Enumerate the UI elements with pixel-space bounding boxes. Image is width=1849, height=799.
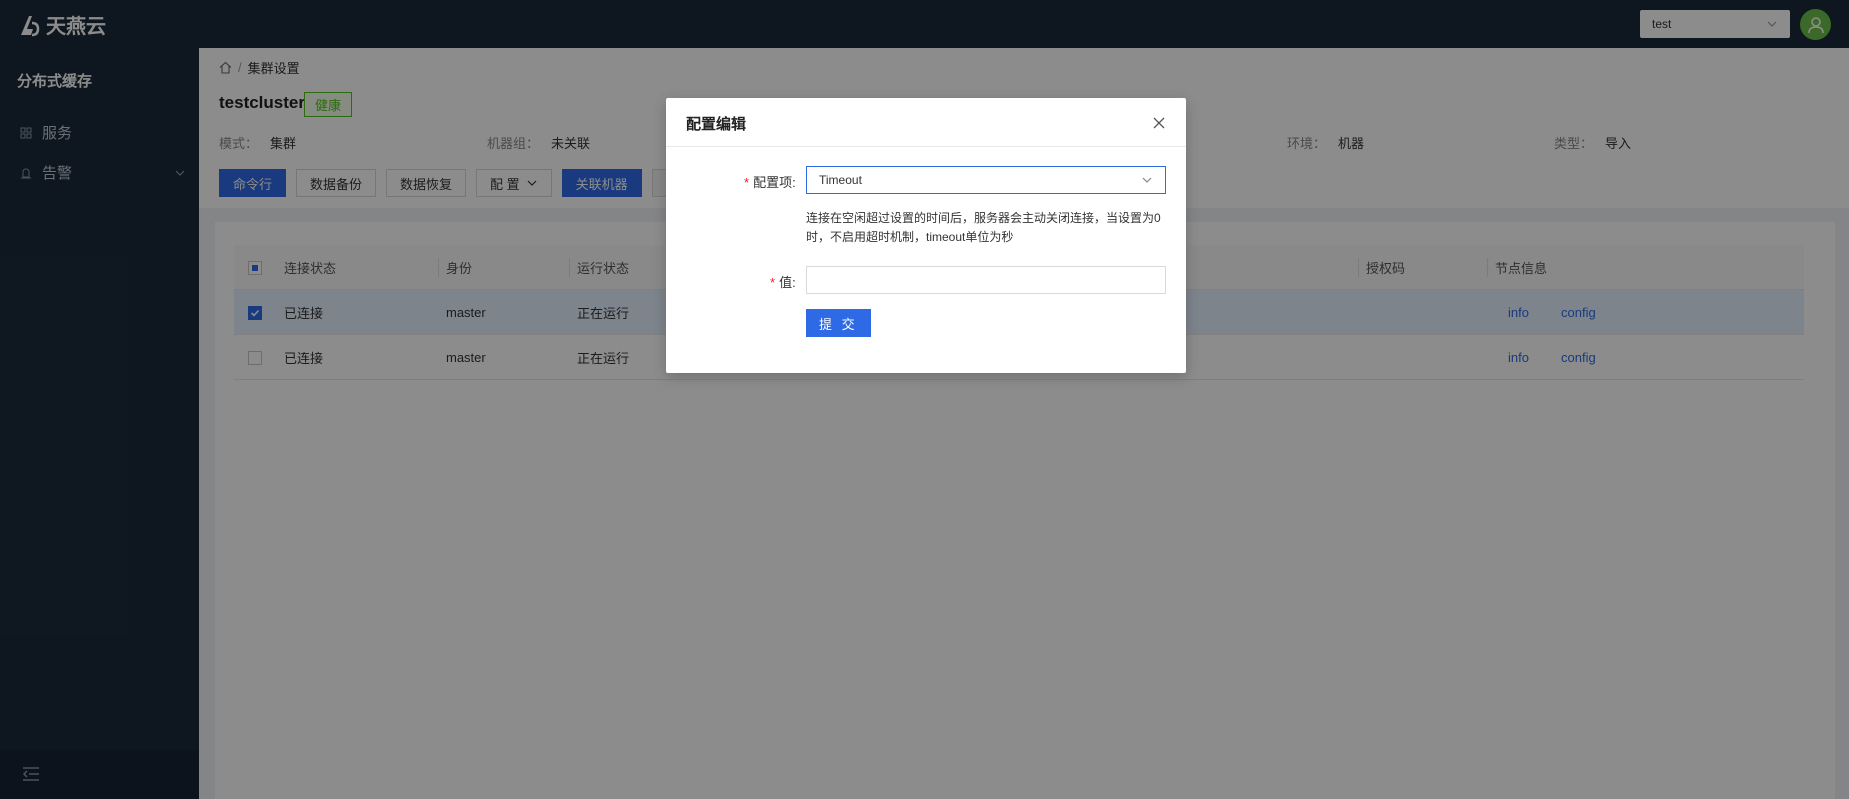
modal-title: 配置编辑 bbox=[686, 116, 747, 133]
close-icon[interactable] bbox=[1152, 116, 1166, 130]
config-edit-modal: 配置编辑 * 配置项: Timeout 连接在空闲超过设置的时间后，服务器会主动关… bbox=[666, 98, 1186, 373]
value-label-text: 值 bbox=[779, 275, 793, 290]
label-colon: : bbox=[792, 175, 796, 190]
label-colon: : bbox=[792, 275, 796, 290]
config-item-label-text: 配置项 bbox=[753, 175, 793, 190]
config-item-hint: 连接在空闲超过设置的时间后，服务器会主动关闭连接，当设置为0时，不启用超时机制，… bbox=[806, 211, 1161, 244]
config-item-select-value: Timeout bbox=[819, 173, 862, 187]
config-item-label: * 配置项: bbox=[744, 172, 796, 191]
required-mark: * bbox=[770, 275, 776, 290]
required-mark: * bbox=[744, 175, 750, 190]
value-input[interactable] bbox=[806, 266, 1166, 294]
chevron-down-icon bbox=[1142, 177, 1152, 183]
config-item-select[interactable]: Timeout bbox=[806, 166, 1166, 194]
value-label: * 值: bbox=[770, 272, 796, 291]
modal-header: 配置编辑 bbox=[666, 98, 1186, 147]
submit-button[interactable]: 提 交 bbox=[806, 309, 871, 337]
